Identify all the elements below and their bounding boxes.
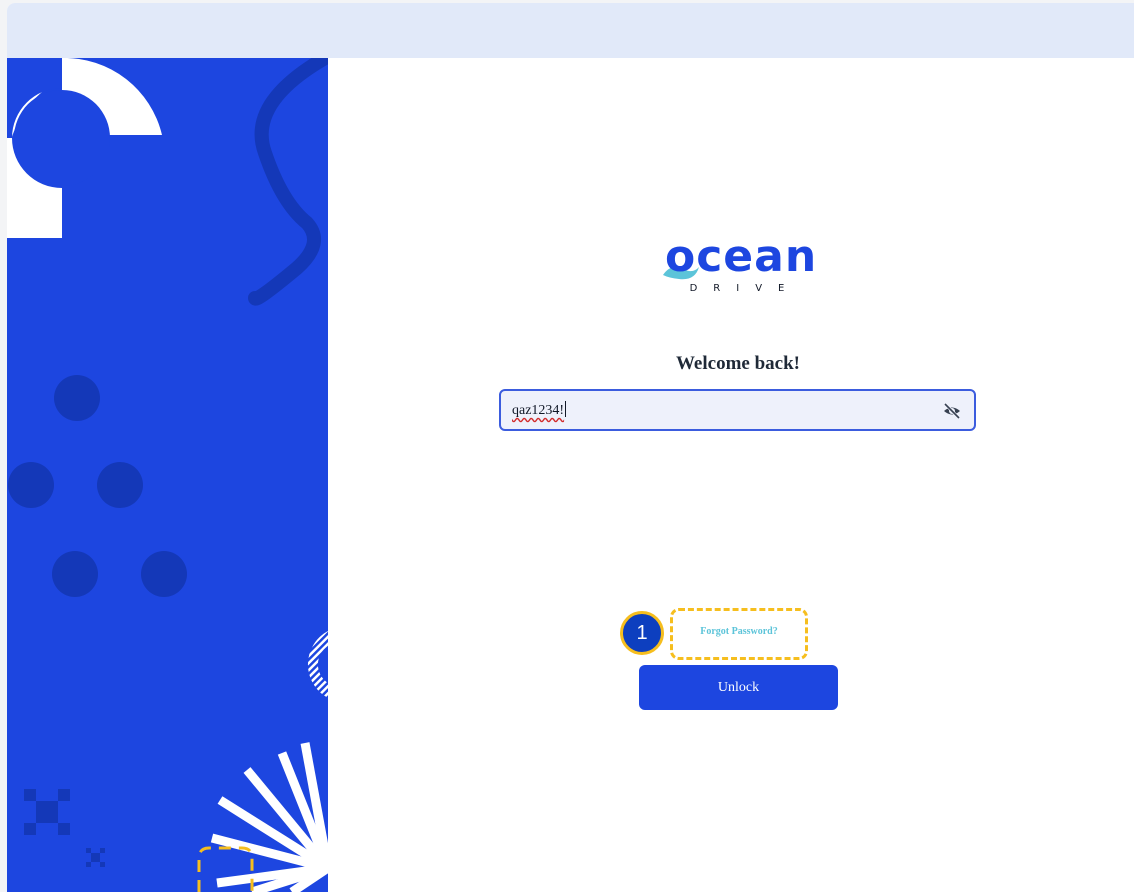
decorative-side-panel bbox=[7, 58, 328, 892]
logo-subtitle: DRIVE bbox=[689, 283, 801, 294]
step-badge: 1 bbox=[620, 611, 664, 655]
ocean-drive-logo: ocean DRIVE bbox=[653, 235, 823, 301]
password-value: qaz1234! bbox=[512, 403, 565, 418]
forgot-password-link[interactable]: Forgot Password? bbox=[673, 626, 805, 637]
login-content: ocean DRIVE Welcome back! qaz1234! 1 For… bbox=[328, 58, 1134, 892]
app-window: ocean DRIVE Welcome back! qaz1234! 1 For… bbox=[7, 3, 1134, 892]
highlight-box: Forgot Password? bbox=[670, 608, 808, 660]
logo-wordmark: ocean bbox=[665, 231, 818, 282]
eye-slash-icon[interactable] bbox=[942, 401, 962, 421]
text-caret bbox=[565, 401, 567, 417]
page-title: Welcome back! bbox=[675, 353, 800, 374]
password-input[interactable]: qaz1234! bbox=[499, 389, 976, 431]
decorative-pattern bbox=[7, 58, 328, 892]
top-bar bbox=[7, 3, 1134, 58]
unlock-button[interactable]: Unlock bbox=[639, 665, 838, 710]
